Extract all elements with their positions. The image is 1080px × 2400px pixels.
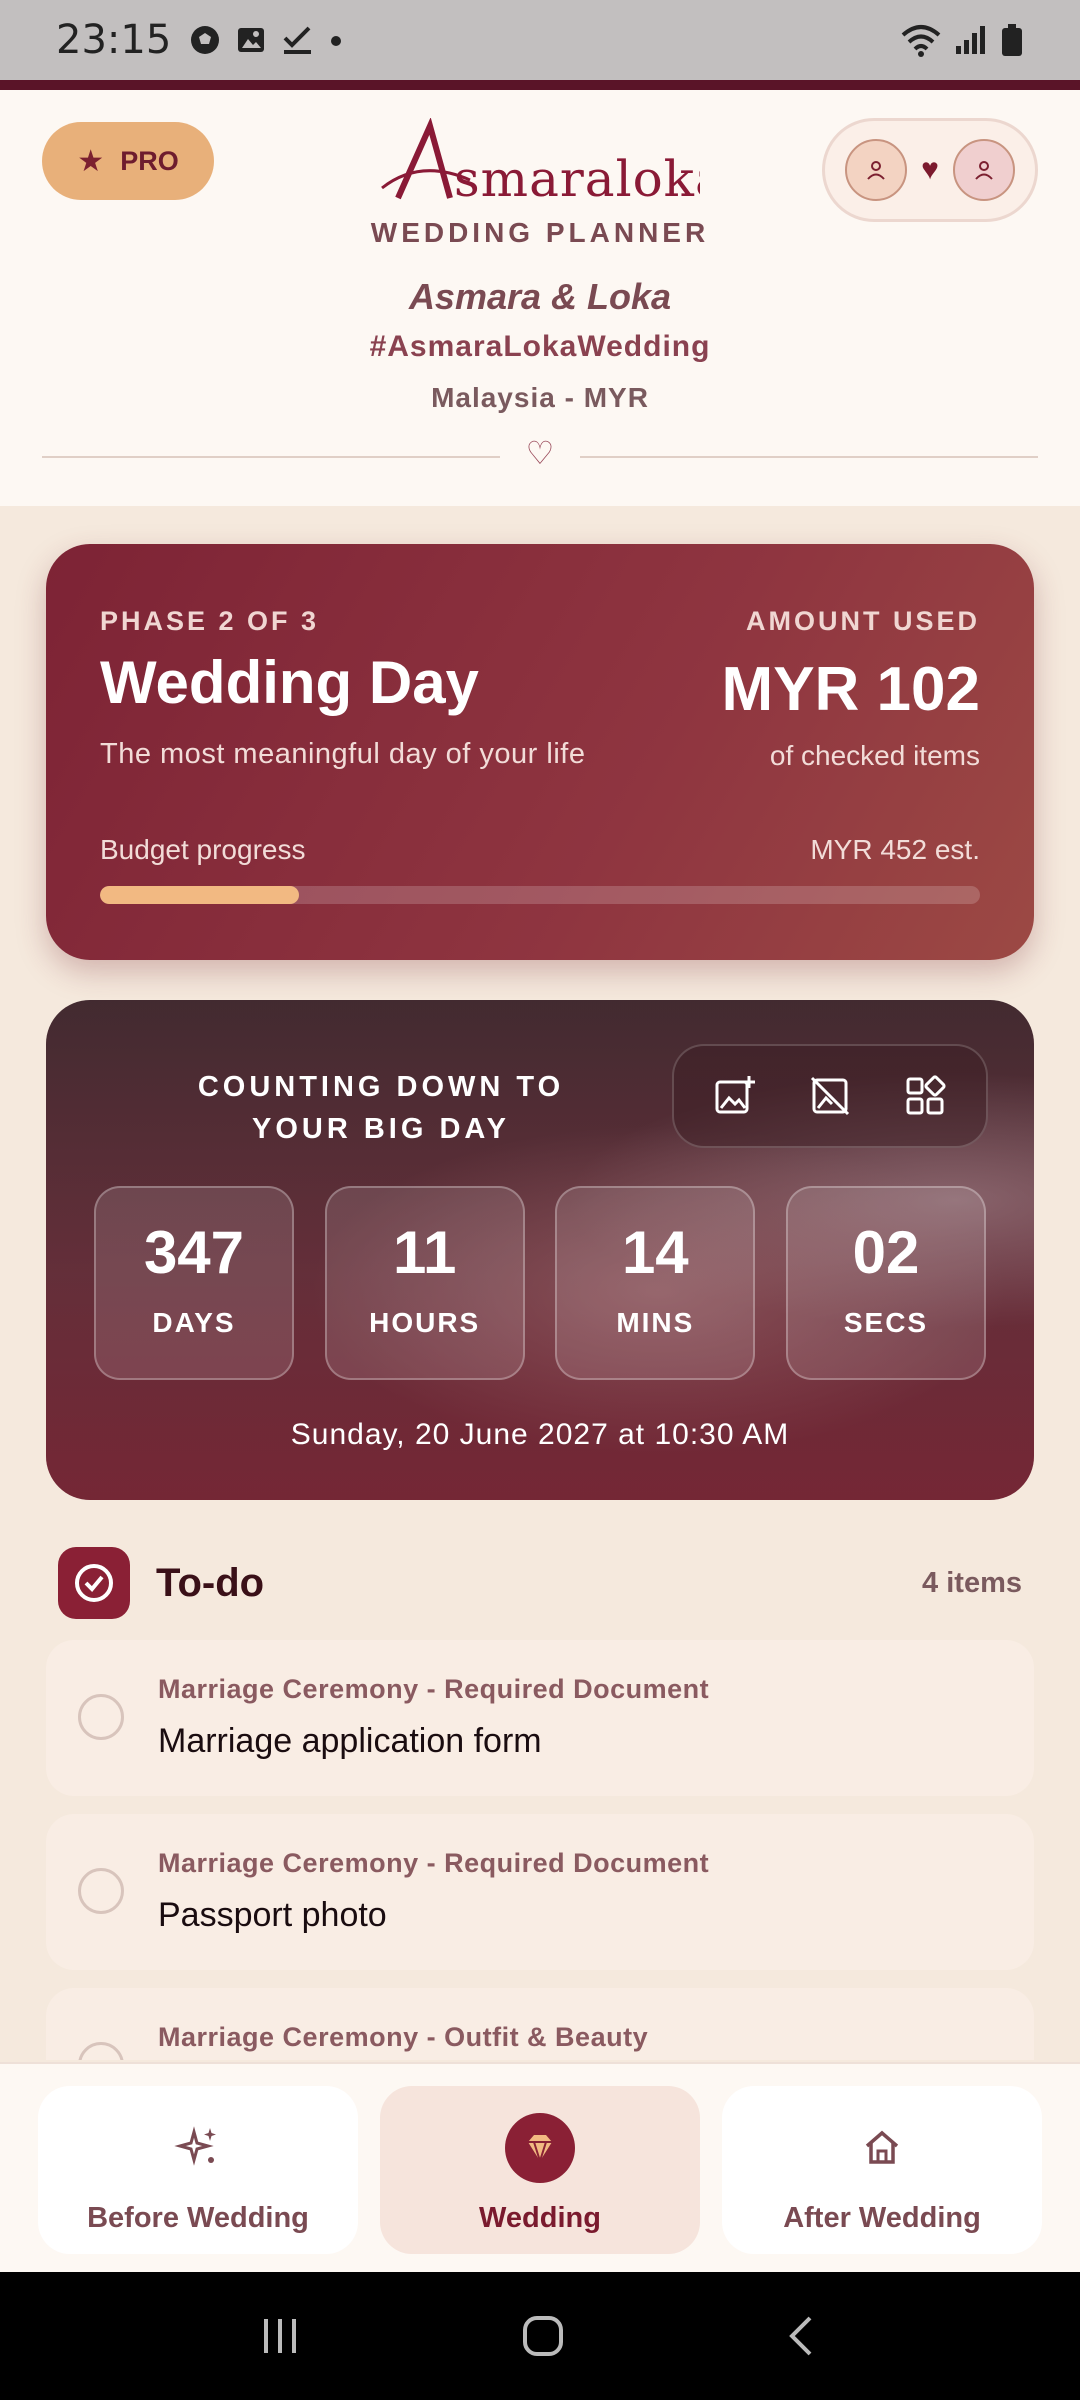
todo-checkbox[interactable] bbox=[78, 1868, 124, 1914]
home-button-icon[interactable] bbox=[519, 2312, 567, 2360]
countdown-hours-label: HOURS bbox=[369, 1307, 481, 1338]
countdown-photo-tools bbox=[672, 1044, 988, 1148]
countdown-mins-label: MINS bbox=[616, 1307, 695, 1338]
todo-item[interactable]: Marriage Ceremony - Outfit & Beauty bbox=[46, 1988, 1034, 2060]
notification-icons bbox=[189, 24, 343, 56]
back-icon[interactable] bbox=[782, 2312, 822, 2360]
header-divider: ♡ bbox=[42, 435, 1038, 471]
battery-icon bbox=[1002, 24, 1022, 56]
status-bar: 23:15 bbox=[0, 0, 1080, 80]
signal-icon bbox=[956, 26, 985, 54]
budget-progress-fill bbox=[100, 886, 299, 904]
phase-description: The most meaningful day of your life bbox=[100, 738, 586, 770]
check-circle-icon bbox=[58, 1547, 130, 1619]
countdown-hours-value: 11 bbox=[392, 1219, 457, 1286]
nav-wedding-label: Wedding bbox=[479, 2202, 601, 2234]
person-icon bbox=[975, 161, 993, 180]
heart-outline-icon: ♡ bbox=[525, 435, 555, 471]
person-icon bbox=[867, 161, 885, 180]
couple-names: Asmara & Loka bbox=[408, 276, 672, 317]
header-accent-line bbox=[0, 80, 1080, 90]
todo-list: Marriage Ceremony - Required Document Ma… bbox=[46, 1640, 1034, 2060]
todo-category: Marriage Ceremony - Required Document bbox=[158, 1848, 710, 1878]
todo-category: Marriage Ceremony - Outfit & Beauty bbox=[158, 2022, 649, 2052]
countdown-mins: 14 MINS bbox=[555, 1186, 756, 1380]
wedding-hashtag: #AsmaraLokaWedding bbox=[369, 330, 711, 363]
dot-icon bbox=[331, 36, 342, 46]
amount-used-label: AMOUNT USED bbox=[746, 606, 980, 636]
budget-progress-bar bbox=[100, 886, 980, 904]
system-navigation-bar bbox=[0, 2272, 1080, 2400]
country-currency: Malaysia - MYR bbox=[431, 382, 649, 413]
countdown-hours: 11 HOURS bbox=[324, 1186, 525, 1380]
budget-estimate: MYR 452 est. bbox=[810, 834, 980, 865]
todo-section-header: To-do 4 items bbox=[58, 1546, 1022, 1620]
todo-item[interactable]: Marriage Ceremony - Required Document Pa… bbox=[46, 1814, 1034, 1970]
heart-icon: ♥ bbox=[921, 153, 939, 186]
nav-after-wedding[interactable]: After Wedding bbox=[722, 2086, 1042, 2254]
nav-before-wedding-label: Before Wedding bbox=[87, 2202, 309, 2234]
countdown-mins-value: 14 bbox=[621, 1219, 689, 1286]
phase-label: PHASE 2 OF 3 bbox=[100, 606, 320, 636]
bottom-navigation: Before Wedding Wedding After Wedding bbox=[0, 2062, 1080, 2272]
asmaraloka-logo: smaraloka bbox=[381, 117, 725, 208]
countdown-days-label: DAYS bbox=[152, 1307, 236, 1338]
countdown-secs-value: 02 bbox=[852, 1219, 920, 1286]
sparkle-icon bbox=[38, 2116, 358, 2180]
widgets-icon[interactable] bbox=[893, 1064, 957, 1128]
todo-title: To-do bbox=[156, 1560, 265, 1605]
task-check-icon bbox=[283, 26, 312, 54]
partner-one-avatar[interactable] bbox=[845, 139, 908, 201]
partner-two-avatar[interactable] bbox=[952, 139, 1015, 201]
todo-checkbox[interactable] bbox=[78, 1694, 124, 1740]
svg-text:smaraloka: smaraloka bbox=[454, 150, 700, 208]
nav-after-wedding-label: After Wedding bbox=[783, 2202, 981, 2234]
status-time: 23:15 bbox=[56, 17, 172, 63]
phase-title: Wedding Day bbox=[100, 649, 479, 716]
app-header: ★ PRO smaraloka WEDDING PLANNER ♥ Asmara… bbox=[0, 90, 1080, 506]
amount-used-value: MYR 102 bbox=[721, 655, 980, 724]
countdown-secs: 02 SECS bbox=[785, 1186, 986, 1380]
todo-name: Passport photo bbox=[158, 1896, 387, 1934]
countdown-days: 347 DAYS bbox=[94, 1186, 294, 1380]
amount-used-caption: of checked items bbox=[769, 740, 980, 771]
phase-summary-card[interactable]: PHASE 2 OF 3 Wedding Day The most meanin… bbox=[46, 544, 1034, 960]
add-photo-icon[interactable] bbox=[703, 1064, 767, 1128]
couple-profile-toggle[interactable]: ♥ bbox=[822, 118, 1038, 222]
countdown-heading: COUNTING DOWN TO YOUR BIG DAY bbox=[197, 1071, 565, 1145]
todo-checkbox[interactable] bbox=[78, 2042, 124, 2060]
countdown-timer: 347 DAYS 11 HOURS 14 MINS 02 SECS bbox=[94, 1186, 986, 1380]
todo-name: Marriage application form bbox=[158, 1722, 542, 1760]
countdown-days-value: 347 bbox=[143, 1219, 245, 1286]
diamond-icon bbox=[505, 2113, 575, 2183]
countdown-card: COUNTING DOWN TO YOUR BIG DAY 347 DAYS 1… bbox=[46, 1000, 1034, 1500]
home-icon bbox=[722, 2116, 1042, 2180]
todo-category: Marriage Ceremony - Required Document bbox=[158, 1674, 710, 1704]
remove-photo-icon[interactable] bbox=[798, 1064, 862, 1128]
todo-item[interactable]: Marriage Ceremony - Required Document Ma… bbox=[46, 1640, 1034, 1796]
todo-count: 4 items bbox=[922, 1566, 1022, 1599]
soccer-ball-icon bbox=[191, 26, 220, 54]
image-icon bbox=[238, 28, 265, 52]
system-status-icons bbox=[900, 23, 1024, 57]
countdown-secs-label: SECS bbox=[843, 1307, 929, 1338]
nav-before-wedding[interactable]: Before Wedding bbox=[38, 2086, 358, 2254]
wedding-date-text: Sunday, 20 June 2027 at 10:30 AM bbox=[290, 1418, 790, 1451]
wifi-icon bbox=[901, 25, 941, 57]
recent-apps-icon[interactable] bbox=[258, 2313, 304, 2359]
budget-progress-label: Budget progress bbox=[100, 834, 306, 865]
nav-wedding[interactable]: Wedding bbox=[380, 2086, 700, 2254]
